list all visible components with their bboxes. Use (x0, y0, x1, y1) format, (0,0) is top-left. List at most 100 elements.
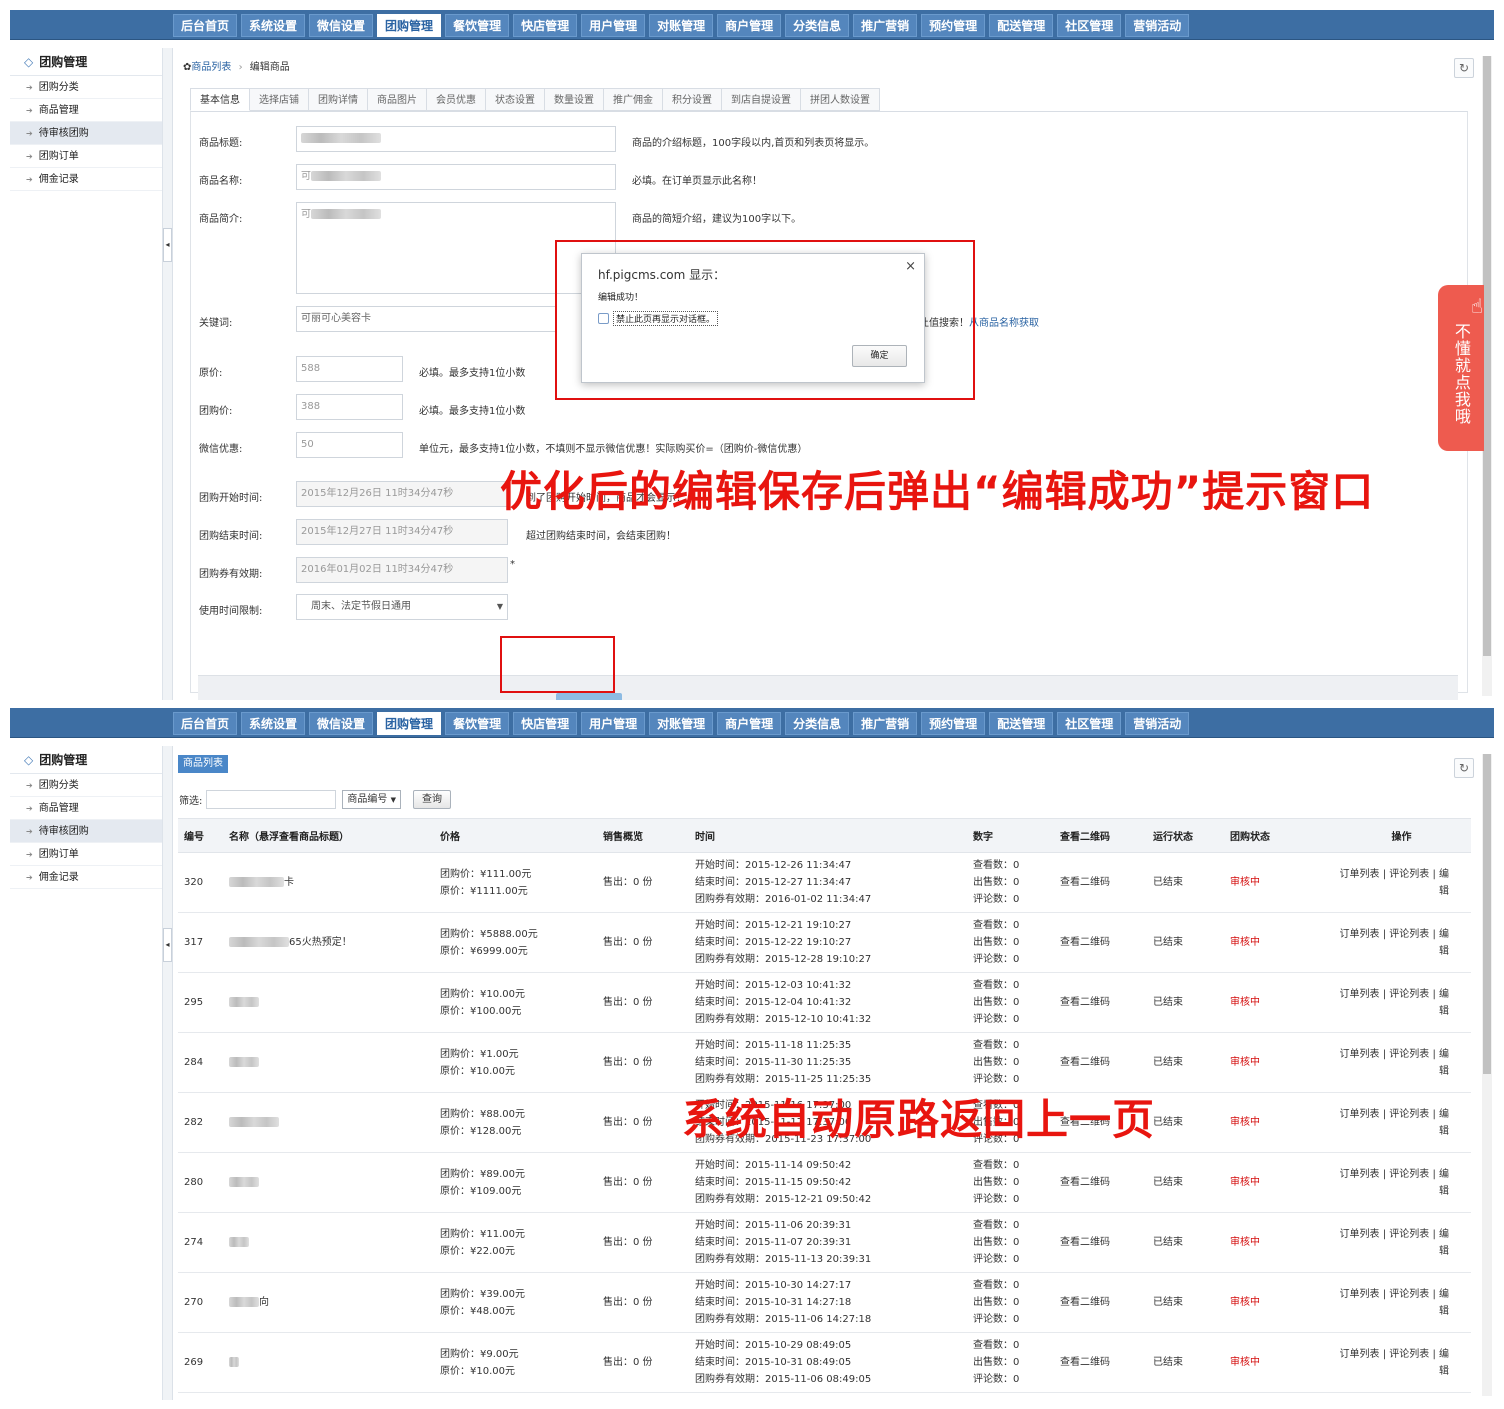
nav-item-12[interactable]: 配送管理 (989, 712, 1054, 735)
nav-item-6[interactable]: 用户管理 (581, 712, 646, 735)
sidebar-item-pending-review[interactable]: ➔ 待审核团购 (10, 122, 162, 145)
sidebar-item-pending-review[interactable]: ➔ 待审核团购 (10, 820, 162, 843)
order-list-link[interactable]: 订单列表 (1340, 1109, 1380, 1120)
row-name[interactable] (223, 972, 434, 1033)
nav-item-0[interactable]: 后台首页 (173, 14, 238, 37)
sidebar-item-products[interactable]: ➔ 商品管理 (10, 99, 162, 122)
close-icon[interactable]: × (905, 259, 916, 274)
orig-price-input[interactable]: 588 (296, 356, 403, 382)
tab-1[interactable]: 选择店铺 (250, 88, 309, 111)
filter-input[interactable] (206, 790, 337, 809)
tab-4[interactable]: 会员优惠 (427, 88, 486, 111)
row-name[interactable] (223, 1332, 434, 1393)
order-list-link[interactable]: 订单列表 (1340, 1169, 1380, 1180)
edit-link[interactable]: 编辑 (1439, 989, 1449, 1017)
nav-item-3[interactable]: 团购管理 (377, 14, 442, 37)
comment-list-link[interactable]: 评论列表 (1389, 1349, 1429, 1360)
nav-item-4[interactable]: 餐饮管理 (445, 712, 510, 735)
row-name[interactable] (223, 1032, 434, 1093)
row-name[interactable] (223, 1152, 434, 1213)
order-list-link[interactable]: 订单列表 (1340, 989, 1380, 1000)
nav-item-7[interactable]: 对账管理 (649, 14, 714, 37)
keyword-from-name-link[interactable]: 从商品名称获取 (969, 318, 1039, 329)
sidebar-item-commission[interactable]: ➔ 佣金记录 (10, 866, 162, 889)
start-time-input[interactable]: 2015年12月26日 11时34分47秒 (296, 481, 508, 507)
sidebar-item-orders[interactable]: ➔ 团购订单 (10, 145, 162, 168)
edit-link[interactable]: 编辑 (1439, 1109, 1449, 1137)
tab-5[interactable]: 状态设置 (486, 88, 545, 111)
nav-item-8[interactable]: 商户管理 (717, 14, 782, 37)
row-name[interactable] (223, 1212, 434, 1273)
nav-item-10[interactable]: 推广营销 (853, 712, 918, 735)
sidebar-item-orders[interactable]: ➔ 团购订单 (10, 843, 162, 866)
edit-link[interactable]: 编辑 (1439, 1349, 1449, 1377)
comment-list-link[interactable]: 评论列表 (1389, 1169, 1429, 1180)
nav-item-14[interactable]: 营销活动 (1125, 14, 1190, 37)
comment-list-link[interactable]: 评论列表 (1389, 929, 1429, 940)
tab-9[interactable]: 到店自提设置 (722, 88, 801, 111)
nav-item-1[interactable]: 系统设置 (241, 712, 306, 735)
row-name[interactable] (223, 1092, 434, 1153)
sidebar-item-category[interactable]: ➔ 团购分类 (10, 76, 162, 99)
name-input[interactable]: 可 (296, 164, 616, 190)
row-name[interactable]: 向 (223, 1272, 434, 1333)
sidebar-collapse-toggle[interactable]: ◂ (163, 928, 172, 962)
nav-item-10[interactable]: 推广营销 (853, 14, 918, 37)
query-button[interactable]: 查询 (412, 790, 451, 809)
nav-item-2[interactable]: 微信设置 (309, 712, 374, 735)
comment-list-link[interactable]: 评论列表 (1389, 869, 1429, 880)
nav-item-14[interactable]: 营销活动 (1125, 712, 1190, 735)
tab-3[interactable]: 商品图片 (368, 88, 427, 111)
nav-item-9[interactable]: 分类信息 (785, 14, 850, 37)
comment-list-link[interactable]: 评论列表 (1389, 1289, 1429, 1300)
row-qrcode-link[interactable]: 查看二维码 (1054, 1212, 1147, 1273)
refresh-icon[interactable]: ↻ (1454, 58, 1474, 78)
filter-select[interactable]: 商品编号 ▼ (342, 790, 401, 809)
comment-list-link[interactable]: 评论列表 (1389, 989, 1429, 1000)
row-qrcode-link[interactable]: 查看二维码 (1054, 1272, 1147, 1333)
checkbox-icon[interactable] (598, 313, 609, 324)
row-qrcode-link[interactable]: 查看二维码 (1054, 1032, 1147, 1093)
time-limit-select[interactable]: 周末、法定节假日通用 ▼ (296, 594, 508, 620)
tab-6[interactable]: 数量设置 (545, 88, 604, 111)
tab-10[interactable]: 拼团人数设置 (801, 88, 880, 111)
product-list-button[interactable]: 商品列表 (178, 755, 228, 773)
nav-item-7[interactable]: 对账管理 (649, 712, 714, 735)
tab-2[interactable]: 团购详情 (309, 88, 368, 111)
order-list-link[interactable]: 订单列表 (1340, 869, 1380, 880)
valid-time-input[interactable]: 2016年01月02日 11时34分47秒 (296, 557, 508, 583)
edit-link[interactable]: 编辑 (1439, 929, 1449, 957)
edit-link[interactable]: 编辑 (1439, 1169, 1449, 1197)
nav-item-11[interactable]: 预约管理 (921, 14, 986, 37)
order-list-link[interactable]: 订单列表 (1340, 929, 1380, 940)
nav-item-3[interactable]: 团购管理 (377, 712, 442, 735)
nav-item-13[interactable]: 社区管理 (1057, 712, 1122, 735)
order-list-link[interactable]: 订单列表 (1340, 1349, 1380, 1360)
row-qrcode-link[interactable]: 查看二维码 (1054, 1152, 1147, 1213)
comment-list-link[interactable]: 评论列表 (1389, 1109, 1429, 1120)
order-list-link[interactable]: 订单列表 (1340, 1289, 1380, 1300)
scrollbar-thumb[interactable] (1483, 754, 1491, 1074)
row-qrcode-link[interactable]: 查看二维码 (1054, 1332, 1147, 1393)
wx-discount-input[interactable]: 50 (296, 432, 403, 458)
row-qrcode-link[interactable]: 查看二维码 (1054, 852, 1147, 913)
tab-0[interactable]: 基本信息 (190, 88, 250, 111)
edit-link[interactable]: 编辑 (1439, 1229, 1449, 1257)
suppress-dialog-checkbox[interactable]: 禁止此页再显示对话框。 (598, 311, 719, 326)
nav-item-4[interactable]: 餐饮管理 (445, 14, 510, 37)
comment-list-link[interactable]: 评论列表 (1389, 1049, 1429, 1060)
edit-link[interactable]: 编辑 (1439, 1049, 1449, 1077)
breadcrumb-link-list[interactable]: 商品列表 (191, 62, 231, 73)
tab-7[interactable]: 推广佣金 (604, 88, 663, 111)
sidebar-item-category[interactable]: ➔ 团购分类 (10, 774, 162, 797)
group-price-input[interactable]: 388 (296, 394, 403, 420)
nav-item-0[interactable]: 后台首页 (173, 712, 238, 735)
nav-item-1[interactable]: 系统设置 (241, 14, 306, 37)
sidebar-item-products[interactable]: ➔ 商品管理 (10, 797, 162, 820)
tab-8[interactable]: 积分设置 (663, 88, 722, 111)
row-name[interactable]: 卡 (223, 852, 434, 913)
keyword-input[interactable]: 可丽可心美容卡 (296, 306, 556, 332)
end-time-input[interactable]: 2015年12月27日 11时34分47秒 (296, 519, 508, 545)
save-button[interactable]: ✔ 保存 (556, 693, 622, 700)
row-name[interactable]: 65火热预定！ (223, 912, 434, 973)
